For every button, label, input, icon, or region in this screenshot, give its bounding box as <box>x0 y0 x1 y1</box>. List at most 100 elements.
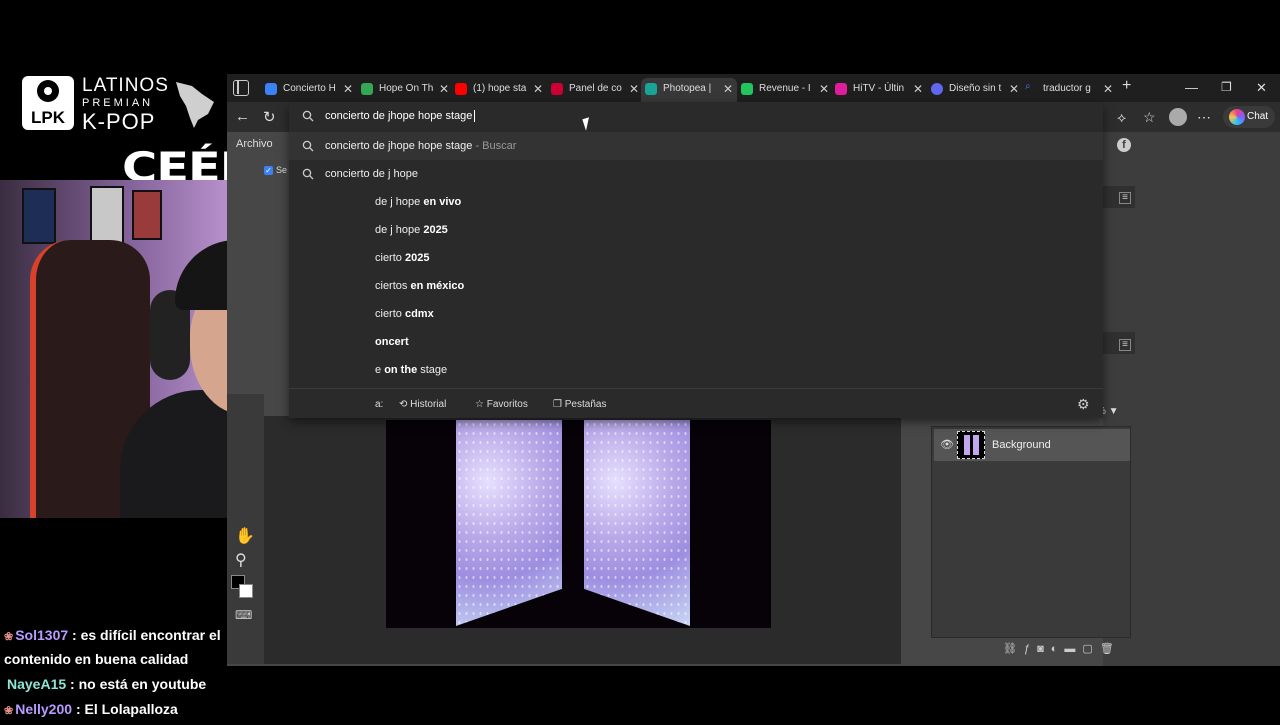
lpk-line2: PREMIAN <box>82 97 154 109</box>
tab-hitv[interactable]: HiTV - Últin ✕ <box>831 78 927 102</box>
profile-avatar[interactable] <box>1169 108 1187 126</box>
chat-username: NayeA15 <box>7 676 67 692</box>
tab-photopea[interactable]: Photopea | ✕ <box>641 78 737 102</box>
history-shortcut[interactable]: ⟲ Historial <box>399 399 446 410</box>
browser-window: Concierto H ✕ Hope On Th ✕ (1) hope sta ✕ P… <box>227 74 1280 666</box>
vinyl-disc-icon <box>37 80 59 102</box>
chat-badge-icon: ❀ <box>4 705 14 717</box>
star-icon: ☆ <box>475 399 484 410</box>
suggestion-item[interactable]: cierto 2025 <box>289 244 1103 272</box>
suggestion-bold: 2025 <box>404 252 430 264</box>
keyboard-icon[interactable]: ⌨ <box>235 608 252 622</box>
more-options-icon[interactable]: ⋯ <box>1197 109 1211 126</box>
chat-badge-icon: ❀ <box>4 631 14 643</box>
panel-menu-icon[interactable]: ≡ <box>1119 339 1131 351</box>
chat-text: : no está en youtube <box>70 676 207 692</box>
image-canvas[interactable] <box>386 420 771 628</box>
wall-poster <box>132 190 162 240</box>
tabs-icon: ❐ <box>553 399 562 410</box>
checkbox[interactable]: ✓ <box>264 166 273 175</box>
tab-favicon <box>361 83 373 95</box>
close-icon[interactable]: ✕ <box>1103 82 1113 96</box>
footer-prefix: a: <box>375 399 384 410</box>
close-icon[interactable]: ✕ <box>533 82 543 96</box>
folder-icon[interactable]: ▬ <box>1064 643 1082 655</box>
search-icon <box>302 168 314 180</box>
text-caret <box>474 110 476 123</box>
suggestion-item[interactable]: e on the stage <box>289 356 1103 384</box>
layer-row[interactable]: 👁 Background <box>934 429 1130 461</box>
tab-hope-on-the-street[interactable]: Hope On Th ✕ <box>357 78 453 102</box>
tab-label: (1) hope sta <box>473 83 527 94</box>
suggestion-bold: cdmx <box>404 308 434 320</box>
minimize-button[interactable]: — <box>1185 80 1198 95</box>
suggestion-item[interactable]: concierto de jhope hope stage - Buscar <box>289 132 1103 160</box>
zoom-tool-icon[interactable]: ⚲ <box>235 550 247 570</box>
tab-favicon <box>931 83 943 95</box>
menu-archivo[interactable]: Archivo <box>236 138 273 150</box>
suggestion-bold: oncert <box>375 336 409 348</box>
mask-icon[interactable]: ◙ <box>1037 643 1051 655</box>
gear-icon[interactable]: ⚙ <box>1077 396 1090 413</box>
dropdown-footer: a: ⟲ Historial ☆ Favoritos ❐ Pestañas ⚙ <box>289 388 1103 418</box>
close-window-button[interactable]: ✕ <box>1256 80 1267 96</box>
tab-favicon <box>835 83 847 95</box>
link-icon[interactable]: ⛓ <box>1003 643 1024 655</box>
suggestion-bold: 2025 <box>423 224 448 236</box>
chat-username: Nelly200 <box>15 701 73 717</box>
suggestion-bold: on the <box>384 364 418 376</box>
favorites-icon[interactable]: ☆ <box>1143 109 1156 126</box>
lpk-line1: LATINOS <box>82 75 169 96</box>
back-arrow-icon[interactable]: ← <box>235 108 250 125</box>
new-tab-button[interactable]: + <box>1122 77 1131 95</box>
history-label: Historial <box>410 399 447 410</box>
close-icon[interactable]: ✕ <box>913 82 923 96</box>
suggestion-item[interactable]: cierto cdmx <box>289 300 1103 328</box>
tabs-shortcut[interactable]: ❐ Pestañas <box>553 399 606 410</box>
background-color-swatch[interactable] <box>239 584 253 598</box>
close-icon[interactable]: ✕ <box>1009 82 1019 96</box>
tab-label: Panel de co <box>569 83 622 94</box>
close-icon[interactable]: ✕ <box>629 82 639 96</box>
chat-message: NayeA15 : no está en youtube <box>4 673 230 695</box>
suggestion-text: de j hope <box>375 224 424 236</box>
panel-menu-icon[interactable]: ≡ <box>1119 192 1131 204</box>
copilot-chat-button[interactable]: Chat <box>1223 106 1275 128</box>
sidebar-toggle-icon[interactable] <box>233 80 249 96</box>
effects-icon[interactable]: ƒ <box>1024 643 1037 655</box>
suggestion-bold: en méxico <box>410 280 465 292</box>
copilot-icon <box>1229 109 1245 125</box>
tab-diseno[interactable]: Diseño sin t ✕ <box>927 78 1023 102</box>
tab-traductor[interactable]: ⌕ traductor g ✕ <box>1021 78 1117 102</box>
restore-button[interactable]: ❐ <box>1221 80 1232 94</box>
new-layer-icon[interactable]: ▢ <box>1082 643 1099 655</box>
tab-revenue[interactable]: Revenue - I ✕ <box>737 78 833 102</box>
adjustment-icon[interactable]: ◐ <box>1051 643 1065 655</box>
wall-poster <box>22 188 56 244</box>
suggestion-item[interactable]: de j hope en vivo <box>289 188 1103 216</box>
close-icon[interactable]: ✕ <box>343 82 353 96</box>
hand-tool-icon[interactable]: ✋ <box>235 526 255 546</box>
close-icon[interactable]: ✕ <box>819 82 829 96</box>
eye-icon[interactable]: 👁 <box>940 438 954 451</box>
favorites-shortcut[interactable]: ☆ Favoritos <box>475 399 528 410</box>
tab-label: Photopea | <box>663 83 712 94</box>
tab-label: Revenue - I <box>759 83 811 94</box>
suggestion-item[interactable]: concierto de j hope <box>289 160 1103 188</box>
address-bar-input[interactable]: concierto de jhope hope stage <box>289 102 1103 132</box>
extensions-icon[interactable]: ⟡ <box>1117 109 1126 126</box>
tab-panel[interactable]: Panel de co ✕ <box>547 78 643 102</box>
search-icon <box>302 110 314 122</box>
close-icon[interactable]: ✕ <box>439 82 449 96</box>
suggestion-item[interactable]: ciertos en méxico <box>289 272 1103 300</box>
facebook-icon[interactable]: f <box>1117 138 1131 152</box>
tab-youtube[interactable]: (1) hope sta ✕ <box>451 78 547 102</box>
trash-icon[interactable]: 🗑 <box>1100 643 1121 655</box>
close-icon[interactable]: ✕ <box>723 82 733 96</box>
tabs-label: Pestañas <box>564 399 607 410</box>
tab-concierto[interactable]: Concierto H ✕ <box>261 78 357 102</box>
suggestion-item[interactable]: oncert <box>289 328 1103 356</box>
suggestion-item[interactable]: de j hope 2025 <box>289 216 1103 244</box>
tab-strip: Concierto H ✕ Hope On Th ✕ (1) hope sta ✕ P… <box>227 74 1280 102</box>
refresh-icon[interactable]: ↻ <box>263 108 276 126</box>
